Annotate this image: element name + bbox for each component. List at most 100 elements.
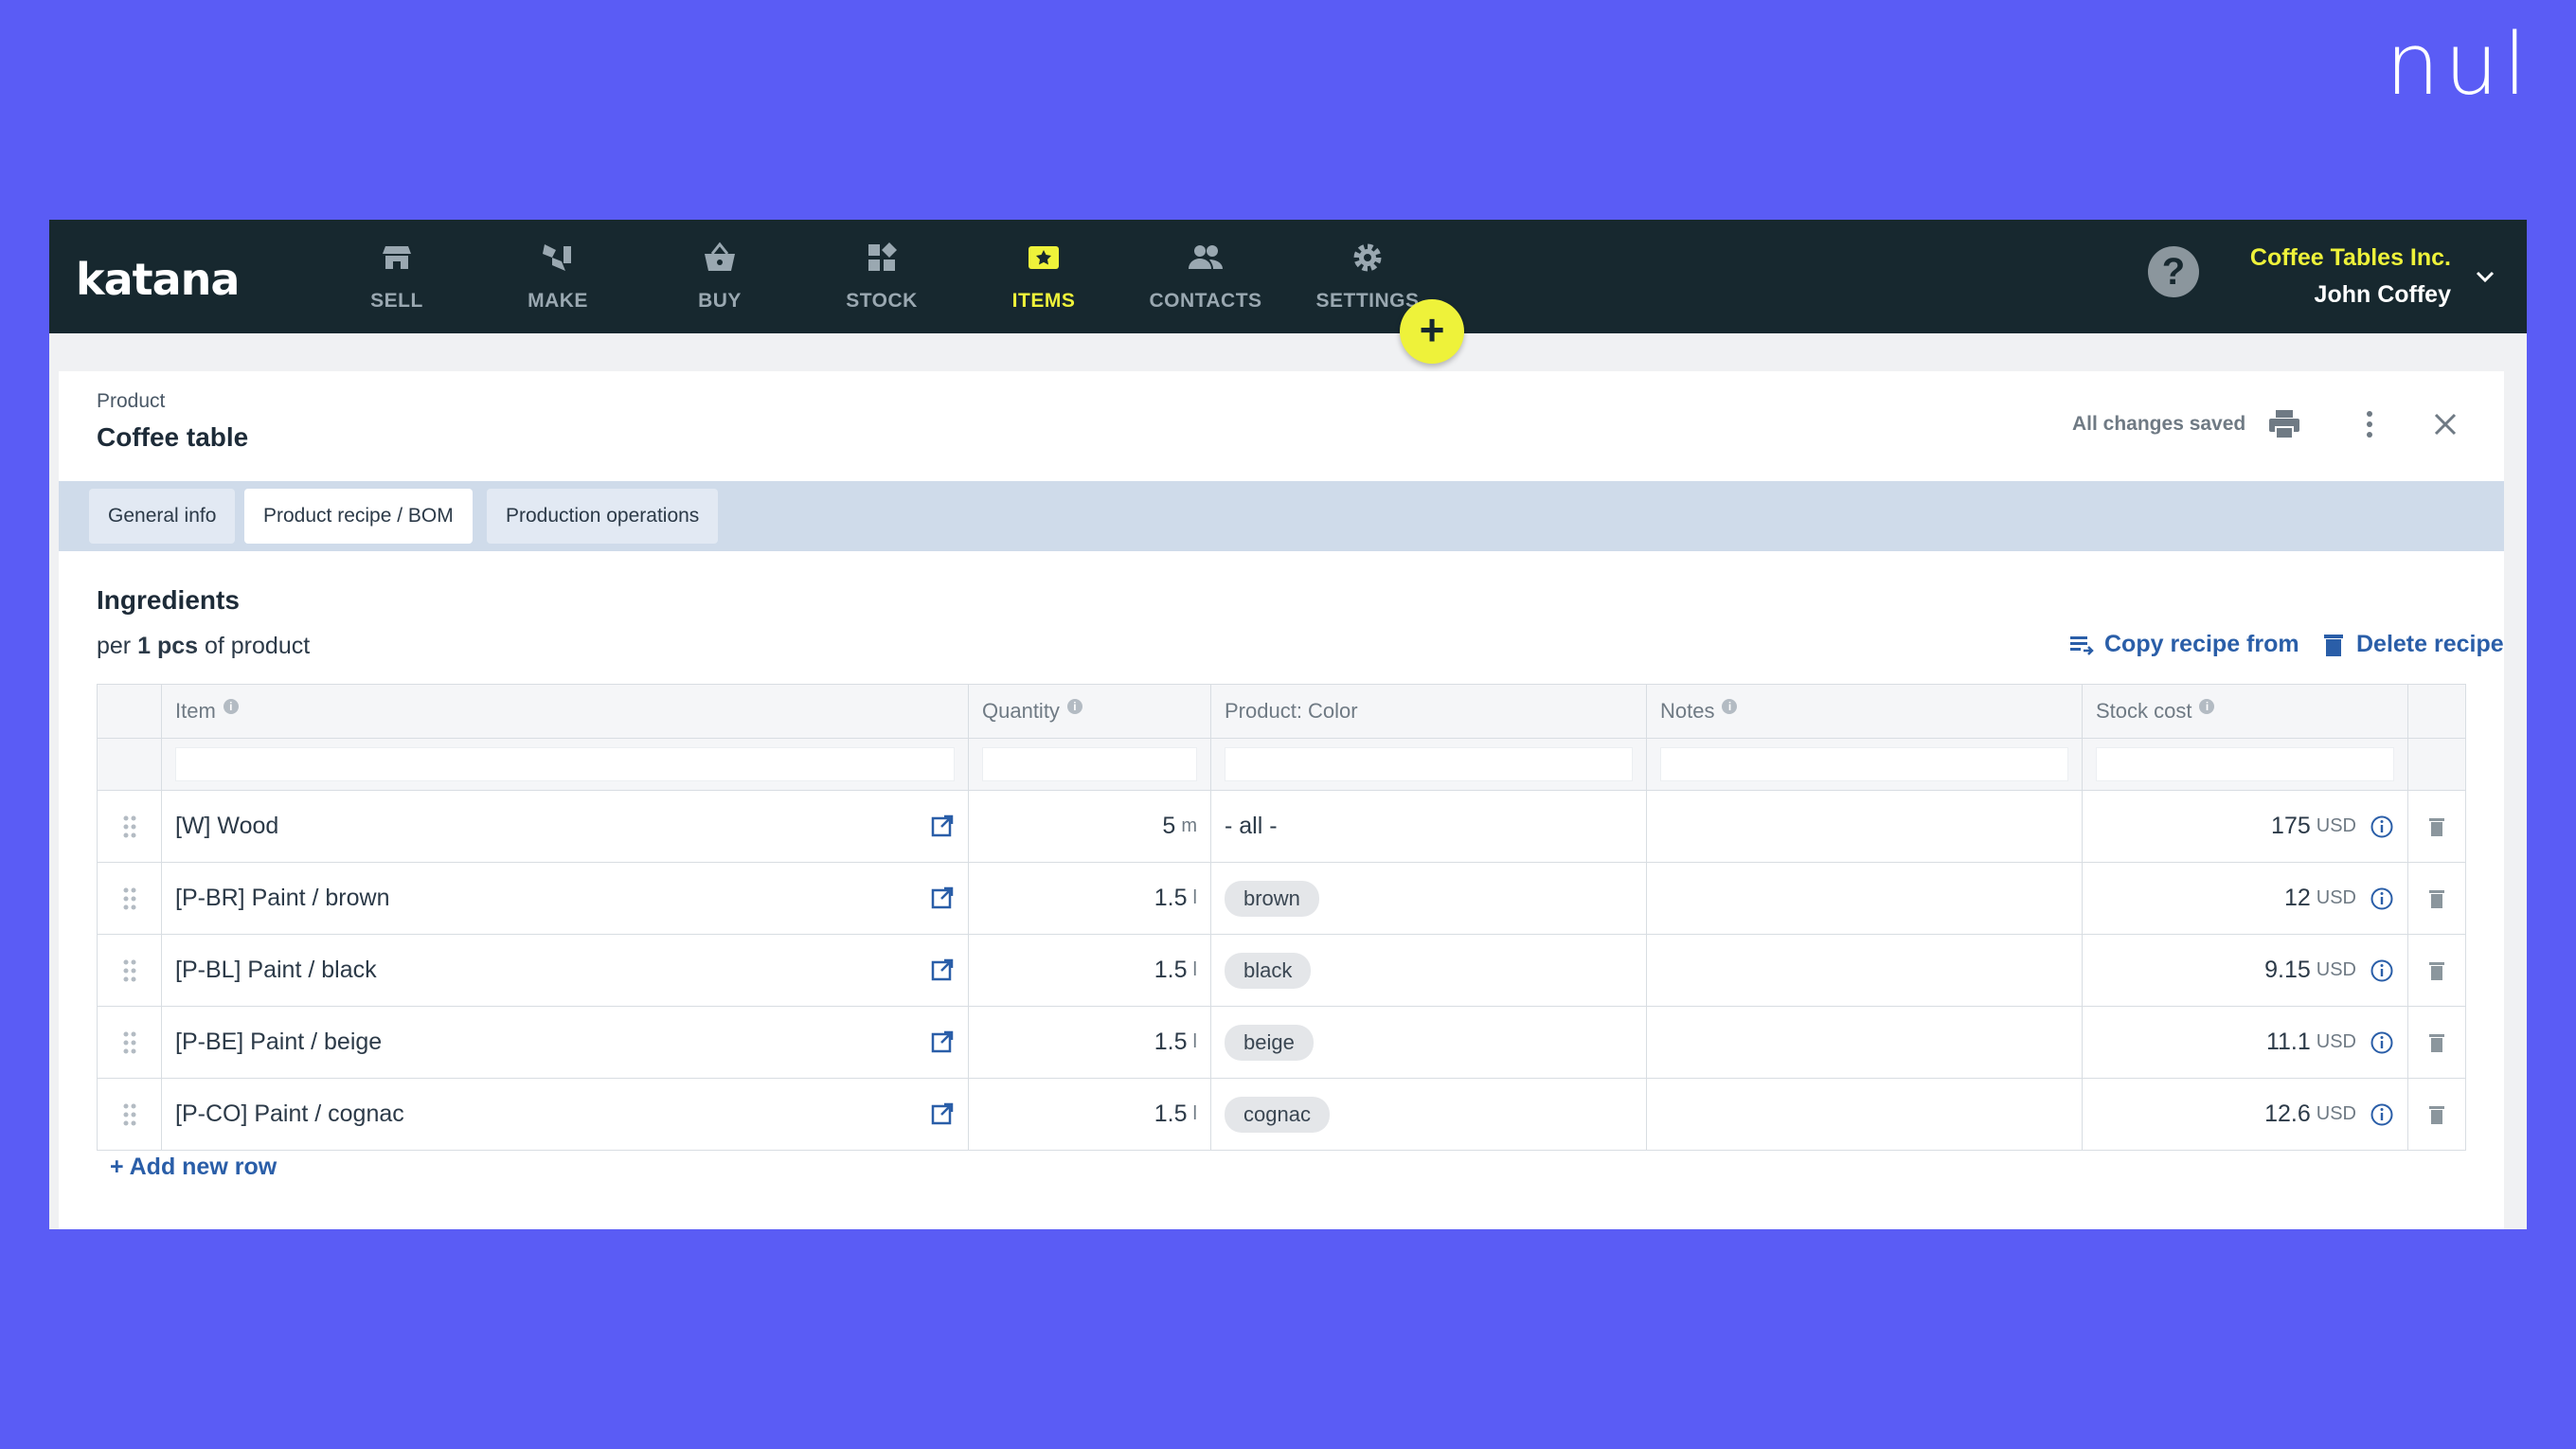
quantity-cell[interactable]: 1.5 l [969, 1079, 1211, 1150]
drag-handle-icon[interactable] [122, 958, 137, 983]
quantity-cell[interactable]: 1.5 l [969, 935, 1211, 1006]
shop-icon [383, 246, 411, 269]
trash-icon[interactable] [2428, 1032, 2445, 1053]
quantity-value: 1.5 [1154, 885, 1188, 911]
ingredients-table: Item i Quantity i Product: Color Notes i… [97, 684, 2466, 1151]
cost-filter-input[interactable] [2096, 747, 2394, 781]
drag-cell [98, 1079, 162, 1150]
trash-icon[interactable] [2428, 1104, 2445, 1125]
notes-cell[interactable] [1647, 863, 2083, 934]
open-link-icon[interactable] [930, 814, 955, 838]
top-navigation: katana SELL MAKE BUY STOCK ITEMS CONTACT… [49, 220, 2527, 333]
header-delete [2408, 685, 2465, 738]
ingredients-title: Ingredients [97, 585, 240, 615]
color-cell[interactable]: black [1211, 935, 1647, 1006]
color-chip: beige [1225, 1024, 1314, 1061]
nav-contacts[interactable]: CONTACTS [1135, 239, 1277, 324]
item-cell[interactable]: [P-CO] Paint / cognac [162, 1079, 969, 1150]
drag-cell [98, 863, 162, 934]
item-filter-input[interactable] [175, 747, 955, 781]
column-stock-cost-label: Stock cost [2096, 699, 2192, 723]
table-row: [P-BL] Paint / black 1.5 l black 9.15 USD [98, 935, 2465, 1007]
info-circle-icon[interactable] [2370, 1030, 2394, 1055]
trash-icon[interactable] [2428, 888, 2445, 909]
color-cell[interactable]: - all - [1211, 791, 1647, 862]
filter-delete [2408, 739, 2465, 790]
drag-handle-icon[interactable] [122, 1030, 137, 1055]
info-circle-icon[interactable] [2370, 958, 2394, 983]
open-link-icon[interactable] [930, 1029, 955, 1054]
item-cell[interactable]: [W] Wood [162, 791, 969, 862]
copy-recipe-label: Copy recipe from [2104, 631, 2299, 657]
open-link-icon[interactable] [930, 1101, 955, 1126]
help-icon[interactable]: ? [2148, 246, 2199, 297]
cost-currency: USD [2316, 887, 2356, 908]
color-cell[interactable]: brown [1211, 863, 1647, 934]
tab-production-operations[interactable]: Production operations [487, 489, 719, 544]
quantity-unit: l [1192, 1103, 1197, 1124]
cost-currency: USD [2316, 1031, 2356, 1052]
cost-value: 12.6 [2264, 1100, 2311, 1127]
save-status: All changes saved [2072, 413, 2246, 435]
drag-handle-icon[interactable] [122, 814, 137, 839]
table-row: [P-BE] Paint / beige 1.5 l beige 11.1 USD [98, 1007, 2465, 1079]
nav-make[interactable]: MAKE [487, 239, 629, 324]
open-link-icon[interactable] [930, 957, 955, 982]
info-icon: i [2199, 699, 2215, 714]
nav-sell[interactable]: SELL [326, 239, 468, 324]
quantity-unit: l [1192, 1031, 1197, 1052]
info-circle-icon[interactable] [2370, 1102, 2394, 1127]
delete-cell [2408, 1079, 2465, 1150]
katana-logo[interactable]: katana [76, 254, 240, 305]
nav-items[interactable]: ITEMS [973, 239, 1115, 324]
tab-general-info[interactable]: General info [89, 489, 236, 544]
color-cell[interactable]: cognac [1211, 1079, 1647, 1150]
more-options-icon[interactable] [2351, 405, 2388, 443]
trash-icon[interactable] [2428, 960, 2445, 981]
drag-handle-icon[interactable] [122, 1102, 137, 1127]
cost-value: 11.1 [2265, 1029, 2311, 1055]
quantity-cell[interactable]: 5m [969, 791, 1211, 862]
column-stock-cost: Stock cost i [2083, 685, 2408, 738]
quantity-cell[interactable]: 1.5 l [969, 863, 1211, 934]
delete-recipe-button[interactable]: Delete recipe [2320, 631, 2504, 658]
account-user: John Coffey [2314, 281, 2451, 308]
add-button[interactable]: + [1400, 299, 1464, 364]
nav-buy[interactable]: BUY [649, 239, 791, 324]
nav-make-label: MAKE [528, 290, 588, 312]
notes-cell[interactable] [1647, 1007, 2083, 1078]
chevron-down-icon[interactable] [2474, 265, 2496, 288]
quantity-cell[interactable]: 1.5 l [969, 1007, 1211, 1078]
notes-filter-input[interactable] [1660, 747, 2068, 781]
info-circle-icon[interactable] [2370, 814, 2394, 839]
notes-cell[interactable] [1647, 791, 2083, 862]
notes-cell[interactable] [1647, 935, 2083, 1006]
copy-recipe-button[interactable]: Copy recipe from [2068, 631, 2299, 658]
item-cell[interactable]: [P-BL] Paint / black [162, 935, 969, 1006]
add-new-row-button[interactable]: + Add new row [110, 1154, 277, 1181]
product-card: Product Coffee table All changes saved G… [59, 371, 2504, 1229]
delete-cell [2408, 935, 2465, 1006]
account-menu[interactable]: Coffee Tables Inc. John Coffey [2250, 244, 2451, 309]
close-icon[interactable] [2426, 405, 2464, 443]
info-circle-icon[interactable] [2370, 886, 2394, 911]
print-icon[interactable] [2265, 405, 2303, 443]
quantity-value: 1.5 [1154, 1100, 1188, 1127]
drag-handle-icon[interactable] [122, 886, 137, 911]
color-chip: cognac [1225, 1096, 1330, 1133]
notes-cell[interactable] [1647, 1079, 2083, 1150]
tab-product-recipe[interactable]: Product recipe / BOM [244, 489, 473, 544]
copy-list-icon [2070, 635, 2094, 655]
item-cell[interactable]: [P-BR] Paint / brown [162, 863, 969, 934]
color-cell[interactable]: beige [1211, 1007, 1647, 1078]
filter-cell [969, 739, 1211, 790]
stock-cost-cell: 175 USD [2083, 791, 2408, 862]
trash-icon[interactable] [2428, 816, 2445, 837]
quantity-filter-input[interactable] [982, 747, 1197, 781]
account-company: Coffee Tables Inc. [2249, 244, 2451, 271]
cost-currency: USD [2316, 815, 2356, 836]
color-filter-input[interactable] [1225, 747, 1633, 781]
open-link-icon[interactable] [930, 886, 955, 910]
item-cell[interactable]: [P-BE] Paint / beige [162, 1007, 969, 1078]
nav-stock[interactable]: STOCK [811, 239, 953, 324]
